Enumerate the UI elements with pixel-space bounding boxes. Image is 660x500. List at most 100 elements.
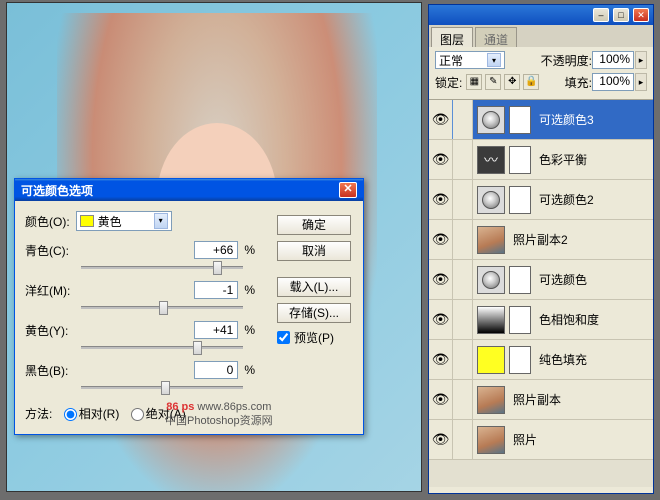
mask-thumb-icon[interactable]: [509, 346, 531, 374]
fill-flyout-icon[interactable]: ▸: [635, 73, 647, 91]
layer-name[interactable]: 照片副本: [513, 391, 561, 408]
visibility-eye-icon[interactable]: 👁: [429, 300, 453, 339]
layer-name[interactable]: 色相饱和度: [539, 311, 599, 328]
tab-channels[interactable]: 通道: [475, 27, 517, 47]
layer-row[interactable]: 👁 可选颜色: [429, 260, 653, 300]
panel-titlebar[interactable]: – □ ✕: [429, 5, 653, 25]
color-dropdown-label: 颜色(O):: [25, 213, 70, 230]
layer-name[interactable]: 可选颜色2: [539, 191, 594, 208]
layer-name[interactable]: 色彩平衡: [539, 151, 587, 168]
layer-name[interactable]: 纯色填充: [539, 351, 587, 368]
black-slider[interactable]: [81, 381, 243, 395]
maximize-icon[interactable]: □: [613, 8, 629, 22]
close-icon[interactable]: ✕: [633, 8, 649, 22]
tab-layers[interactable]: 图层: [431, 27, 473, 47]
link-cell[interactable]: [453, 340, 473, 379]
cancel-button[interactable]: 取消: [277, 241, 351, 261]
lock-pixels-icon[interactable]: ✎: [485, 74, 501, 90]
opacity-input[interactable]: 100%: [592, 51, 634, 69]
mask-thumb-icon[interactable]: [509, 266, 531, 294]
layer-name[interactable]: 照片: [513, 431, 537, 448]
lock-position-icon[interactable]: ✥: [504, 74, 520, 90]
layer-thumb-icon[interactable]: [477, 426, 505, 454]
cyan-input[interactable]: [194, 241, 238, 259]
minimize-icon[interactable]: –: [593, 8, 609, 22]
link-cell[interactable]: [453, 100, 473, 139]
visibility-eye-icon[interactable]: 👁: [429, 260, 453, 299]
link-cell[interactable]: [453, 220, 473, 259]
layer-thumb-icon[interactable]: [477, 346, 505, 374]
ok-button[interactable]: 确定: [277, 215, 351, 235]
magenta-slider[interactable]: [81, 301, 243, 315]
dialog-titlebar[interactable]: 可选颜色选项 ✕: [15, 179, 363, 201]
layer-row[interactable]: 👁 可选颜色3: [429, 100, 653, 140]
watermark-url: www.86ps.com: [197, 401, 271, 413]
cyan-slider[interactable]: [81, 261, 243, 275]
layer-row[interactable]: 👁 照片: [429, 420, 653, 460]
yellow-pct: %: [244, 323, 255, 337]
color-dropdown[interactable]: 黄色 ▾: [76, 211, 172, 231]
lock-all-icon[interactable]: 🔒: [523, 74, 539, 90]
mask-thumb-icon[interactable]: [509, 306, 531, 334]
layer-row[interactable]: 👁 照片副本: [429, 380, 653, 420]
link-cell[interactable]: [453, 180, 473, 219]
visibility-eye-icon[interactable]: 👁: [429, 380, 453, 419]
save-button[interactable]: 存储(S)...: [277, 303, 351, 323]
layer-row[interactable]: 👁 照片副本2: [429, 220, 653, 260]
visibility-eye-icon[interactable]: 👁: [429, 100, 453, 139]
layer-name[interactable]: 可选颜色3: [539, 111, 594, 128]
layer-name[interactable]: 照片副本2: [513, 231, 568, 248]
layer-name[interactable]: 可选颜色: [539, 271, 587, 288]
layer-row[interactable]: 👁 纯色填充: [429, 340, 653, 380]
layer-thumb-icon[interactable]: 〰: [477, 146, 505, 174]
close-icon[interactable]: ✕: [339, 182, 357, 198]
layer-thumb-icon[interactable]: [477, 306, 505, 334]
visibility-eye-icon[interactable]: 👁: [429, 340, 453, 379]
black-input[interactable]: [194, 361, 238, 379]
layer-row[interactable]: 👁 可选颜色2: [429, 180, 653, 220]
layer-thumb-icon[interactable]: [477, 386, 505, 414]
visibility-eye-icon[interactable]: 👁: [429, 140, 453, 179]
visibility-eye-icon[interactable]: 👁: [429, 220, 453, 259]
lock-transparency-icon[interactable]: ▦: [466, 74, 482, 90]
slider-thumb-icon[interactable]: [193, 341, 202, 355]
layer-thumb-icon[interactable]: [477, 266, 505, 294]
link-cell[interactable]: [453, 260, 473, 299]
chevron-down-icon[interactable]: ▾: [487, 53, 501, 67]
preview-label: 预览(P): [294, 329, 334, 346]
yellow-label: 黄色(Y):: [25, 322, 81, 339]
slider-thumb-icon[interactable]: [159, 301, 168, 315]
link-cell[interactable]: [453, 420, 473, 459]
layer-thumb-icon[interactable]: [477, 226, 505, 254]
load-button[interactable]: 载入(L)...: [277, 277, 351, 297]
mask-thumb-icon[interactable]: [509, 186, 531, 214]
mask-thumb-icon[interactable]: [509, 106, 531, 134]
layer-thumbs: 〰 色彩平衡: [473, 146, 591, 174]
layer-thumb-icon[interactable]: [477, 186, 505, 214]
layer-row[interactable]: 👁 〰 色彩平衡: [429, 140, 653, 180]
method-absolute-radio[interactable]: [131, 408, 144, 421]
link-cell[interactable]: [453, 300, 473, 339]
slider-thumb-icon[interactable]: [161, 381, 170, 395]
link-cell[interactable]: [453, 380, 473, 419]
preview-check-row[interactable]: 预览(P): [277, 329, 351, 346]
layer-row[interactable]: 👁 色相饱和度: [429, 300, 653, 340]
slider-thumb-icon[interactable]: [213, 261, 222, 275]
method-label: 方法:: [25, 407, 52, 421]
preview-checkbox[interactable]: [277, 331, 290, 344]
yellow-slider[interactable]: [81, 341, 243, 355]
link-cell[interactable]: [453, 140, 473, 179]
yellow-input[interactable]: [194, 321, 238, 339]
fill-input[interactable]: 100%: [592, 73, 634, 91]
blend-mode-select[interactable]: 正常 ▾: [435, 51, 505, 69]
visibility-eye-icon[interactable]: 👁: [429, 420, 453, 459]
opacity-flyout-icon[interactable]: ▸: [635, 51, 647, 69]
black-label: 黑色(B):: [25, 362, 81, 379]
mask-thumb-icon[interactable]: [509, 146, 531, 174]
visibility-eye-icon[interactable]: 👁: [429, 180, 453, 219]
magenta-input[interactable]: [194, 281, 238, 299]
chevron-down-icon[interactable]: ▾: [154, 213, 168, 229]
layer-thumb-icon[interactable]: [477, 106, 505, 134]
method-relative-radio[interactable]: [64, 408, 77, 421]
layers-list[interactable]: 👁 可选颜色3 👁 〰 色彩平衡 👁 可选颜色2 👁 照片副本2 👁 可选颜色 👁 色相饱和度 👁 纯色填充…: [429, 99, 653, 487]
